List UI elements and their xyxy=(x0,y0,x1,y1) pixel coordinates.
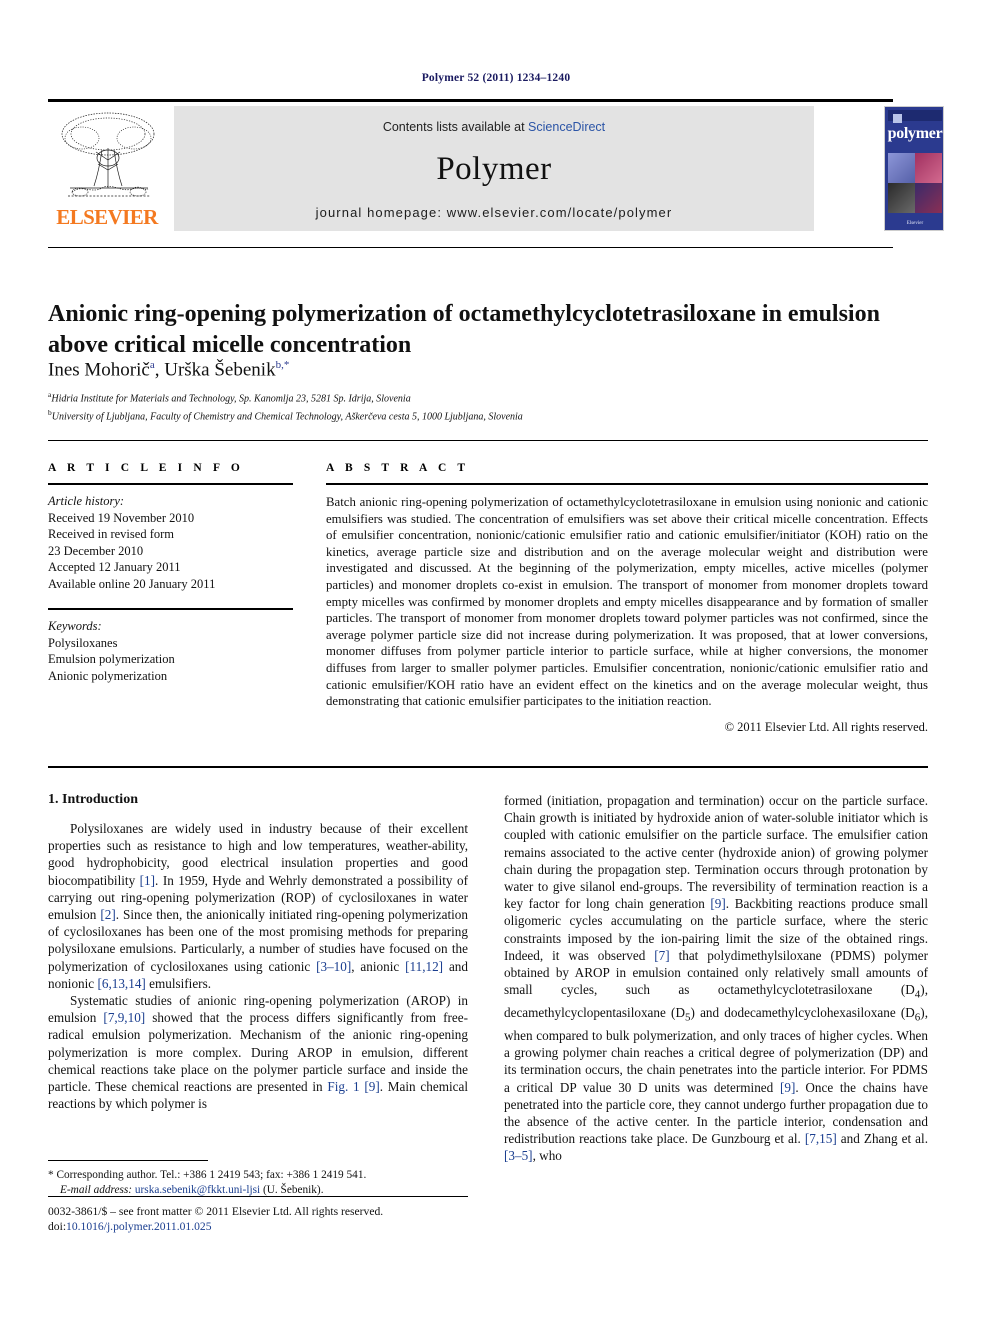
history-item: 23 December 2010 xyxy=(48,543,144,558)
abstract-text: Batch anionic ring-opening polymerizatio… xyxy=(326,495,928,709)
affiliation-b: bUniversity of Ljubljana, Faculty of Che… xyxy=(48,407,523,423)
elsevier-logo: ELSEVIER xyxy=(48,106,166,231)
affiliation-list: aHidria Institute for Materials and Tech… xyxy=(48,388,928,424)
corresponding-author-footnote: * Corresponding author. Tel.: +386 1 241… xyxy=(48,1168,468,1198)
doi-line: doi:10.1016/j.polymer.2011.01.025 xyxy=(48,1219,478,1234)
footnote-rule xyxy=(48,1160,208,1161)
cover-journal-title: polymer xyxy=(887,125,943,142)
contents-available-line: Contents lists available at ScienceDirec… xyxy=(174,120,814,134)
author-list: Ines Mohoriča, Urška Šebenikb,* xyxy=(48,359,290,381)
elsevier-tree-icon xyxy=(61,112,155,197)
elsevier-wordmark: ELSEVIER xyxy=(56,205,158,229)
keyword-item: Anionic polymerization xyxy=(48,668,168,683)
cover-publisher-mark: Elsevier xyxy=(906,221,924,226)
cover-artwork xyxy=(888,153,942,213)
intro-paragraph-1: Polysiloxanes are widely used in industr… xyxy=(48,821,468,991)
body-column-left: 1. Introduction Polysiloxanes are widely… xyxy=(48,792,468,1112)
doi-label: doi: xyxy=(48,1220,67,1233)
intro-paragraph-2: Systematic studies of anionic ring-openi… xyxy=(48,993,468,1112)
email-link[interactable]: urska.sebenik@fkkt.uni-ljsi xyxy=(135,1184,260,1196)
cover-art-tile-1 xyxy=(888,153,915,183)
cover-art-tile-4 xyxy=(915,183,942,213)
affiliation-a: aHidria Institute for Materials and Tech… xyxy=(48,390,411,405)
masthead-banner: Contents lists available at ScienceDirec… xyxy=(174,106,814,231)
journal-homepage[interactable]: journal homepage: www.elsevier.com/locat… xyxy=(174,205,814,220)
footnote-contact-line: * Corresponding author. Tel.: +386 1 241… xyxy=(48,1169,367,1181)
email-label: E-mail address: xyxy=(60,1184,133,1196)
article-info-heading: A R T I C L E I N F O xyxy=(48,462,244,474)
abstract-column: A B S T R A C T Batch anionic ring-openi… xyxy=(326,462,928,735)
history-item: Available online 20 January 2011 xyxy=(48,576,216,591)
history-item: Received 19 November 2010 xyxy=(48,510,195,525)
article-history-block: Article history: Received 19 November 20… xyxy=(48,493,293,592)
keyword-item: Emulsion polymerization xyxy=(48,652,175,666)
sciencedirect-link[interactable]: ScienceDirect xyxy=(528,120,605,134)
abstract-copyright: © 2011 Elsevier Ltd. All rights reserved… xyxy=(724,719,928,734)
body-separator-rule xyxy=(48,766,928,768)
keywords-rule xyxy=(48,608,293,610)
keywords-block: Keywords: Polysiloxanes Emulsion polymer… xyxy=(48,618,293,684)
article-info-column: A R T I C L E I N F O Article history: R… xyxy=(48,462,293,684)
body-column-right: formed (initiation, propagation and term… xyxy=(504,792,928,1165)
masthead-top-rule xyxy=(48,99,893,102)
journal-masthead: ELSEVIER Contents lists available at Sci… xyxy=(48,106,944,231)
journal-title: Polymer xyxy=(436,151,552,187)
intro-paragraph-3: formed (initiation, propagation and term… xyxy=(504,793,928,1164)
article-history-label: Article history: xyxy=(48,494,125,508)
cover-art-tile-2 xyxy=(915,153,942,183)
affiliation-a-text: Hidria Institute for Materials and Techn… xyxy=(51,393,411,405)
affiliation-b-text: University of Ljubljana, Faculty of Chem… xyxy=(51,411,523,423)
contents-prefix: Contents lists available at xyxy=(382,120,529,134)
info-separator-rule xyxy=(48,440,928,441)
history-item: Received in revised form xyxy=(48,527,174,541)
cover-art-tile-3 xyxy=(888,183,915,213)
abstract-rule xyxy=(326,483,928,485)
article-title: Anionic ring-opening polymerization of o… xyxy=(48,301,880,359)
email-owner: (U. Šebenik). xyxy=(262,1184,324,1196)
history-item: Accepted 12 January 2011 xyxy=(48,560,181,574)
issn-front-matter: 0032-3861/$ – see front matter © 2011 El… xyxy=(48,1205,384,1218)
cover-top-bar xyxy=(888,110,942,123)
doi-link[interactable]: 10.1016/j.polymer.2011.01.025 xyxy=(66,1220,211,1233)
imprint-rule xyxy=(48,1196,468,1197)
abstract-heading: A B S T R A C T xyxy=(326,462,470,474)
keywords-label: Keywords: xyxy=(48,619,102,633)
masthead-bottom-rule xyxy=(48,247,893,248)
imprint-block: 0032-3861/$ – see front matter © 2011 El… xyxy=(48,1204,478,1234)
journal-cover-thumbnail: polymer Elsevier xyxy=(884,106,944,231)
cover-chip-icon xyxy=(893,114,902,123)
article-info-rule xyxy=(48,483,293,485)
running-head: Polymer 52 (2011) 1234–1240 xyxy=(421,72,571,84)
keyword-item: Polysiloxanes xyxy=(48,635,118,650)
introduction-heading: 1. Introduction xyxy=(48,792,138,807)
article-page: Polymer 52 (2011) 1234–1240 ELSEVIER Con… xyxy=(0,0,992,1323)
